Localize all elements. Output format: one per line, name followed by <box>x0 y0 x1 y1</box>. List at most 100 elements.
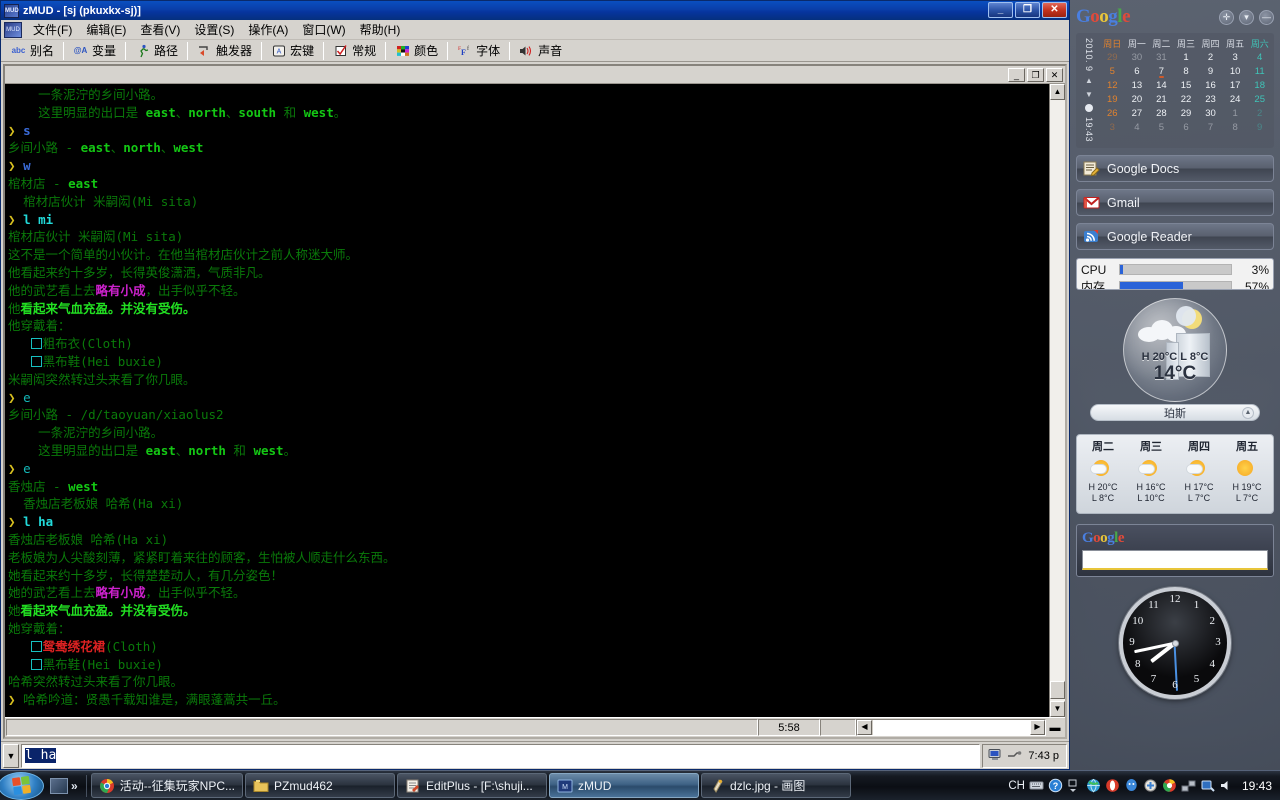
calendar-day-cell[interactable]: 2 <box>1257 108 1262 119</box>
options-chevron-button[interactable]: ▾ <box>1239 9 1254 25</box>
quicklaunch-chevron-icon[interactable]: » <box>71 779 78 793</box>
calendar-day-cell[interactable]: 17 <box>1230 80 1241 91</box>
toolbar-color-button[interactable]: 颜色 <box>387 41 446 61</box>
calendar-day-cell[interactable]: 16 <box>1205 80 1216 91</box>
menu-file[interactable]: 文件(F) <box>26 19 79 40</box>
quick-launch-bar[interactable]: » <box>46 773 82 799</box>
analog-clock-gadget[interactable]: 12 1 2 3 4 5 6 7 8 9 10 11 <box>1119 587 1231 699</box>
connector-icon[interactable] <box>1006 748 1022 764</box>
calendar-day-cell[interactable]: 29 <box>1107 52 1118 63</box>
weather-gadget[interactable]: H 20°C L 8°C 14°C 珀斯 ▲ <box>1076 296 1274 426</box>
google-search-gadget[interactable]: Google <box>1076 524 1274 577</box>
expand-icon[interactable] <box>1067 778 1082 793</box>
calendar-day-cell[interactable]: 25 <box>1254 94 1265 105</box>
weather-location[interactable]: 珀斯 ▲ <box>1090 404 1260 421</box>
calendar-day-cell[interactable]: 1 <box>1183 52 1188 63</box>
calendar-day-cell[interactable]: 7 <box>1208 122 1213 133</box>
calendar-day-cell[interactable]: 1 <box>1232 108 1237 119</box>
computer-icon[interactable] <box>987 748 1003 764</box>
menu-action[interactable]: 操作(A) <box>241 19 295 40</box>
toolbar-font-button[interactable]: FFf 字体 <box>449 41 508 61</box>
scrollbar-track[interactable] <box>1050 100 1065 701</box>
taskbar-button-pzmud[interactable]: PZmud462 <box>245 773 396 798</box>
qq-icon[interactable] <box>1124 778 1139 793</box>
performance-gadget[interactable]: CPU 3% 内存 57% <box>1076 258 1274 290</box>
google-search-input[interactable] <box>1082 550 1268 570</box>
calendar-day-cell[interactable]: 15 <box>1181 80 1192 91</box>
calendar-grid[interactable]: 周日 周一 周二 周三 周四 周五 周六 29 30 31 1 2 3 4 5 6 7 8 9 10 11 12 13 14 1… <box>1100 36 1272 144</box>
calendar-day-cell[interactable]: 28 <box>1156 108 1167 119</box>
calendar-day-cell[interactable]: 5 <box>1110 66 1115 77</box>
terminal-output[interactable]: 一条泥泞的乡间小路。 这里明显的出口是 east、north、south 和 w… <box>5 84 1049 717</box>
calendar-day-cell[interactable]: 10 <box>1230 66 1241 77</box>
calendar-day-cell[interactable]: 30 <box>1205 108 1216 119</box>
calendar-day-cell[interactable]: 14 <box>1156 80 1167 91</box>
calendar-day-cell[interactable]: 2 <box>1208 52 1213 63</box>
minimize-button[interactable]: _ <box>988 2 1013 18</box>
help-icon[interactable]: ? <box>1048 778 1063 793</box>
calendar-day-cell[interactable]: 21 <box>1156 94 1167 105</box>
toolbar-variable-button[interactable]: @A 变量 <box>65 41 124 61</box>
toolbar-path-button[interactable]: 路径 <box>127 41 186 61</box>
mdi-minimize-button[interactable]: _ <box>1008 67 1025 82</box>
calendar-day-cell[interactable]: 29 <box>1181 108 1192 119</box>
calendar-day-cell[interactable]: 20 <box>1132 94 1143 105</box>
hscroll-left-button[interactable]: ◀ <box>857 720 872 735</box>
calendar-day-cell[interactable]: 19 <box>1107 94 1118 105</box>
menu-edit[interactable]: 编辑(E) <box>79 19 133 40</box>
menu-view[interactable]: 查看(V) <box>133 19 187 40</box>
toolbar-general-button[interactable]: 常规 <box>325 41 384 61</box>
calendar-day-cell[interactable]: 4 <box>1134 122 1139 133</box>
calendar-next-button[interactable]: ▼ <box>1085 90 1093 99</box>
scrollbar-thumb[interactable] <box>1050 681 1065 699</box>
opera-icon[interactable] <box>1105 778 1120 793</box>
sidebar-item-google-docs[interactable]: Google Docs <box>1076 155 1274 182</box>
menu-window[interactable]: 窗口(W) <box>295 19 352 40</box>
hscroll-right-button[interactable]: ▶ <box>1030 720 1045 735</box>
calendar-day-cell[interactable]: 9 <box>1257 122 1262 133</box>
hscroll-track[interactable] <box>872 720 1030 735</box>
weather-forecast[interactable]: 周二 H 20°C L 8°C 周三 H 16°C L 10°C 周四 H 17°C L 7°C… <box>1076 434 1274 514</box>
calendar-gadget[interactable]: 2010. 9 ▲ ▼ 19:43 周日 周一 周二 周三 周四 周五 周六 29 30 31 1 2… <box>1076 33 1274 148</box>
scroll-up-button[interactable]: ▲ <box>1050 84 1065 100</box>
calendar-day-cell[interactable]: 5 <box>1159 122 1164 133</box>
ime-indicator[interactable]: CH <box>1008 780 1025 792</box>
chevron-up-icon[interactable]: ▲ <box>1242 406 1254 419</box>
calendar-day-cell[interactable]: 8 <box>1183 66 1188 77</box>
scroll-down-button[interactable]: ▼ <box>1050 701 1065 717</box>
globe-icon[interactable] <box>1086 778 1101 793</box>
calendar-day-cell[interactable]: 22 <box>1181 94 1192 105</box>
network-icon[interactable] <box>1181 778 1196 793</box>
show-desktop-icon[interactable] <box>50 777 68 794</box>
keyboard-icon[interactable] <box>1029 778 1044 793</box>
chrome-tray-icon[interactable] <box>1162 778 1177 793</box>
add-gadget-button[interactable]: ✛ <box>1219 9 1234 25</box>
terminal-scrollbar[interactable]: ▲ ▼ <box>1049 84 1065 717</box>
calendar-day-cell[interactable]: 3 <box>1232 52 1237 63</box>
toolbar-trigger-button[interactable]: 触发器 <box>189 41 260 61</box>
menu-settings[interactable]: 设置(S) <box>187 19 241 40</box>
horizontal-scrollbar[interactable]: ◀ ▶ <box>856 719 1046 736</box>
resize-grip[interactable]: ▬ <box>1046 719 1064 736</box>
calendar-day-cell[interactable]: 31 <box>1156 52 1167 63</box>
volume-icon[interactable] <box>1219 778 1234 793</box>
calendar-day-cell[interactable]: 30 <box>1132 52 1143 63</box>
calendar-day-cell[interactable]: 6 <box>1183 122 1188 133</box>
network2-icon[interactable] <box>1200 778 1215 793</box>
calendar-prev-button[interactable]: ▲ <box>1085 76 1093 85</box>
calendar-day-cell[interactable]: 3 <box>1110 122 1115 133</box>
toolbar-macro-button[interactable]: A 宏键 <box>263 41 322 61</box>
taskbar-button-editplus[interactable]: EditPlus - [F:\shuji... <box>397 773 548 798</box>
mdi-close-button[interactable]: ✕ <box>1046 67 1063 82</box>
calendar-day-cell[interactable]: 23 <box>1205 94 1216 105</box>
calendar-day-cell[interactable]: 24 <box>1230 94 1241 105</box>
toolbar-alias-button[interactable]: abc 别名 <box>3 41 62 61</box>
command-input[interactable]: l ha <box>21 743 981 768</box>
calendar-day-cell[interactable]: 9 <box>1208 66 1213 77</box>
calendar-day-cell[interactable]: 18 <box>1254 80 1265 91</box>
calendar-day-cell[interactable]: 13 <box>1132 80 1143 91</box>
calendar-day-cell[interactable]: 4 <box>1257 52 1262 63</box>
menu-help[interactable]: 帮助(H) <box>353 19 408 40</box>
taskbar-button-zmud[interactable]: M zMUD <box>549 773 700 798</box>
taskbar-clock[interactable]: 19:43 <box>1238 779 1272 793</box>
